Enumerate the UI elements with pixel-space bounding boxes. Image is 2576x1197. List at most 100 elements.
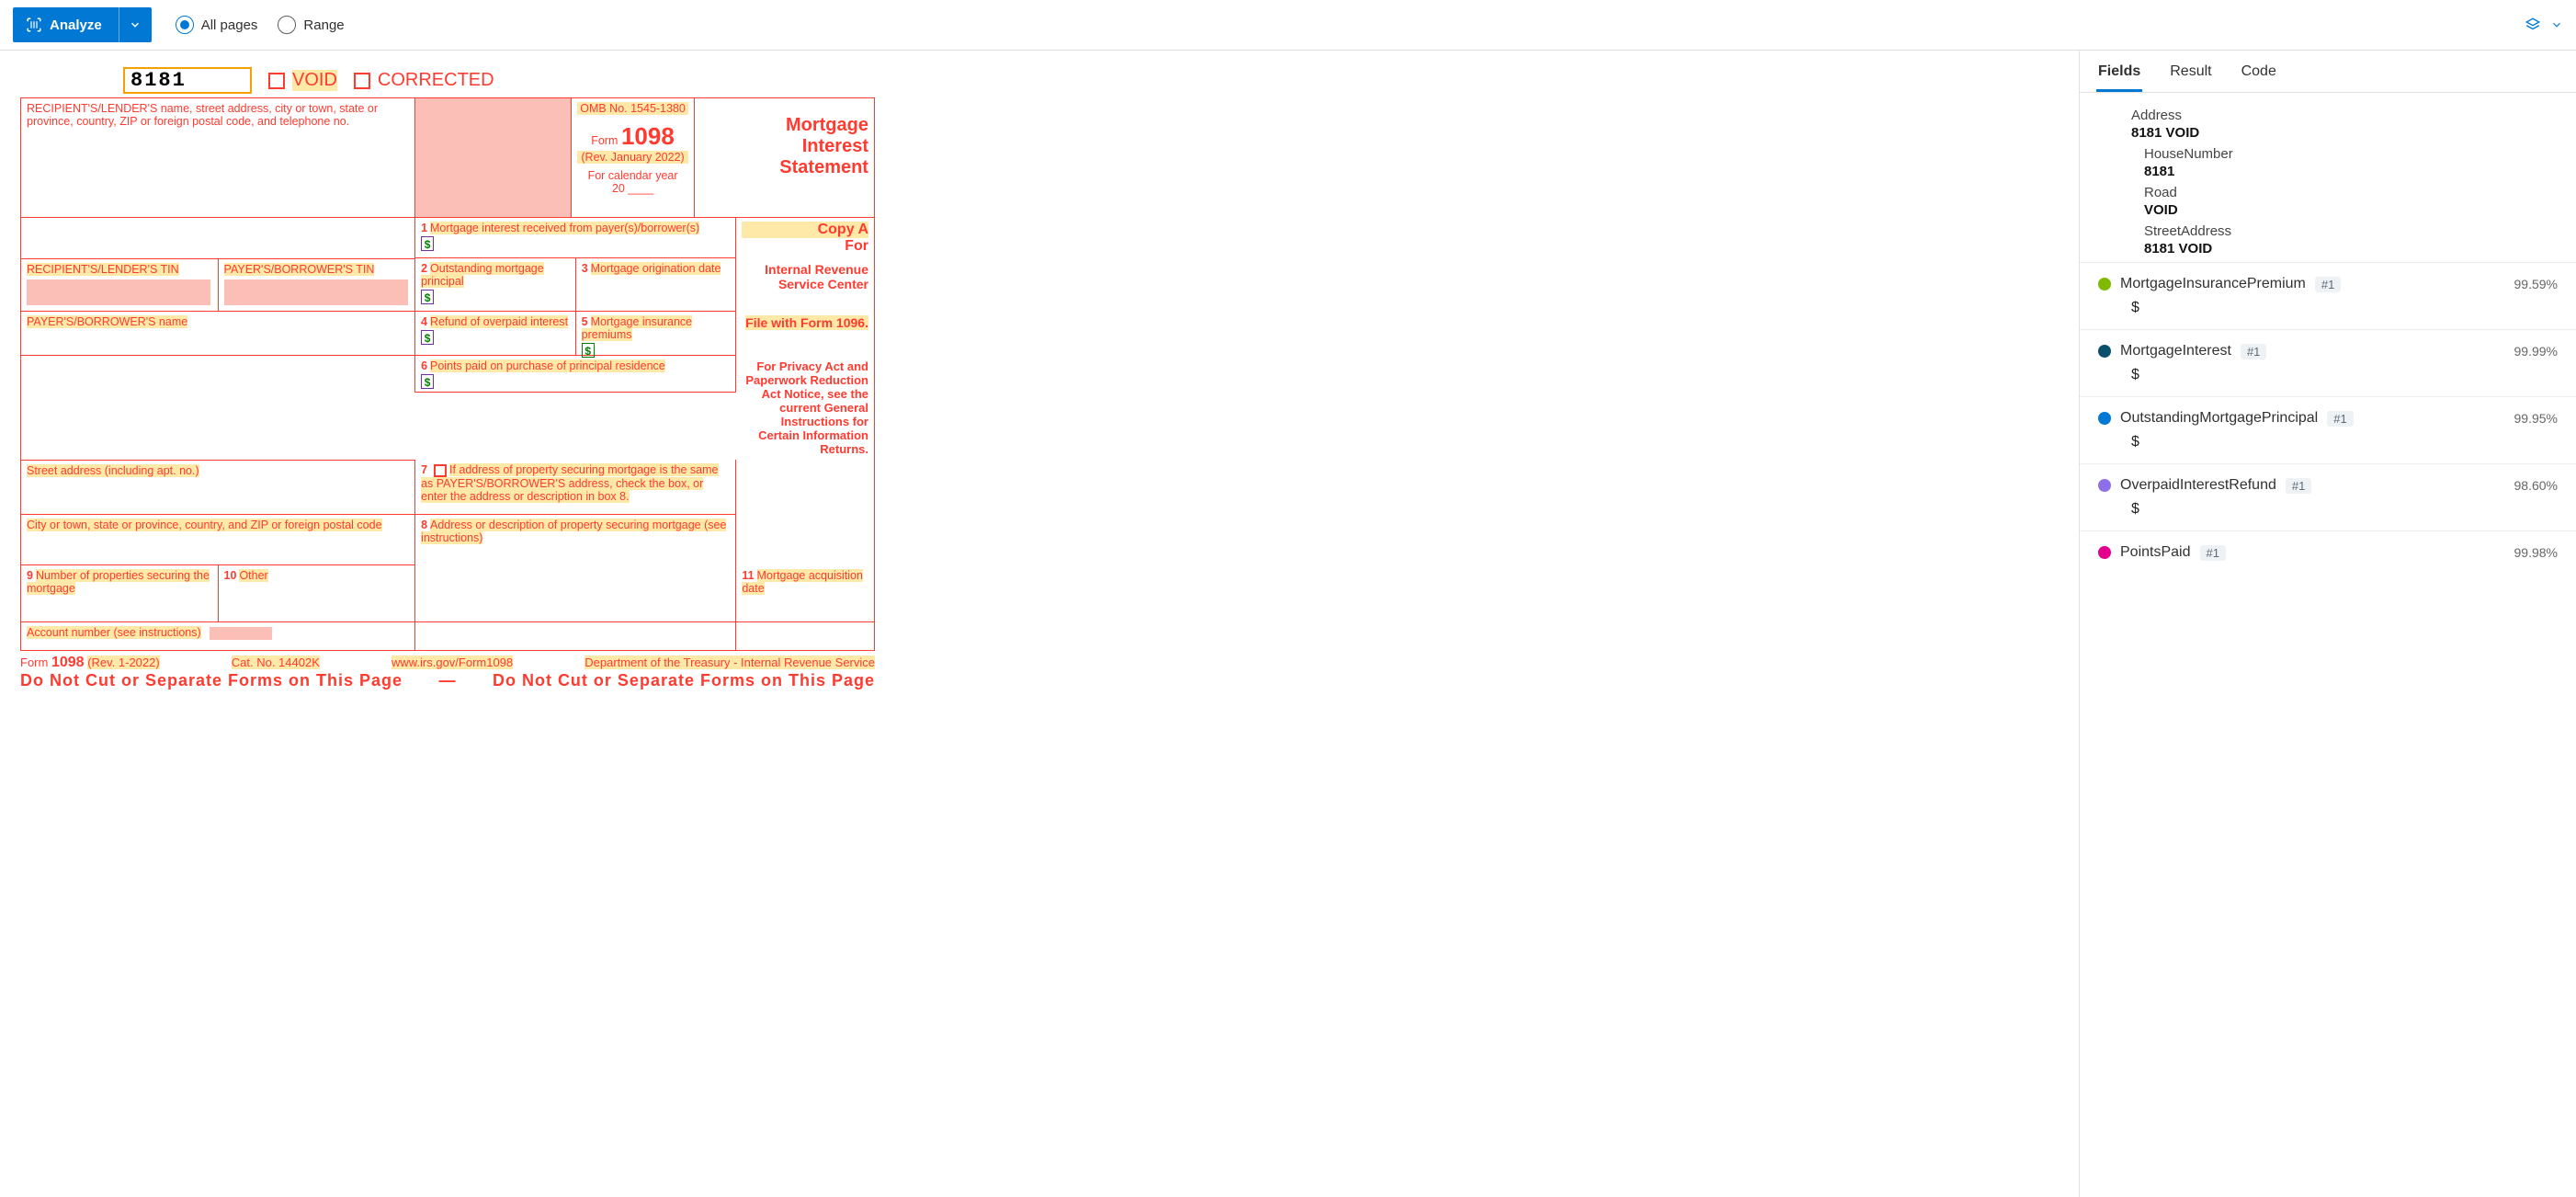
field-value: $: [2131, 501, 2558, 518]
spacer3: [415, 622, 736, 650]
box8-cont: [415, 565, 736, 622]
form-url: www.irs.gov/Form1098: [392, 656, 513, 669]
radio-icon: [176, 16, 194, 34]
box10: 10Other: [219, 565, 416, 622]
title-line3: Statement: [700, 157, 868, 178]
payer-tin-label: PAYER'S/BORROWER'S TIN: [224, 263, 375, 276]
box9-label: Number of properties securing the mortga…: [27, 569, 210, 595]
field-color-dot: [2098, 546, 2111, 559]
chevron-down-icon[interactable]: [2550, 18, 2563, 31]
box10-label: Other: [239, 569, 267, 582]
document-viewer[interactable]: 8181 VOID CORRECTED RECIPIENT'S/LENDER'S…: [0, 51, 2080, 1197]
form-id-box: OMB No. 1545-1380 Form 1098 (Rev. Januar…: [572, 98, 696, 218]
house-value: 8181: [2144, 164, 2554, 179]
field-badge: #1: [2286, 478, 2311, 494]
irs-line1: Internal Revenue: [742, 262, 868, 277]
field-item[interactable]: OutstandingMortgagePrincipal#199.95%$: [2080, 396, 2576, 463]
radio-all-pages-label: All pages: [201, 17, 258, 33]
radio-range[interactable]: Range: [278, 16, 344, 34]
analyze-button-group: Analyze: [13, 7, 152, 42]
box6: 6Points paid on purchase of principal re…: [415, 356, 736, 393]
field-item[interactable]: OverpaidInterestRefund#198.60%$: [2080, 463, 2576, 530]
tab-code[interactable]: Code: [2240, 60, 2278, 92]
barcode-icon: [26, 17, 42, 33]
calendar-label: For calendar year: [577, 169, 689, 182]
box3: 3Mortgage origination date: [576, 258, 737, 312]
tab-fields[interactable]: Fields: [2096, 60, 2142, 92]
shaded-box: [415, 98, 572, 218]
side-panel: Fields Result Code Address 8181 VOID Hou…: [2080, 51, 2576, 1197]
do-not-cut: Do Not Cut or Separate Forms on This Pag…: [20, 671, 875, 690]
city-label: City or town, state or province, country…: [27, 519, 382, 531]
field-badge: #1: [2327, 411, 2353, 427]
tab-result[interactable]: Result: [2168, 60, 2213, 92]
recipient-tin-label: RECIPIENT'S/LENDER'S TIN: [27, 263, 179, 276]
city-box: City or town, state or province, country…: [21, 515, 415, 565]
account-box: Account number (see instructions): [21, 622, 415, 650]
box1: 1Mortgage interest received from payer(s…: [415, 218, 736, 258]
box7-label: If address of property securing mortgage…: [421, 463, 718, 503]
title-line1: Mortgage: [700, 115, 868, 136]
result-tabs: Fields Result Code: [2080, 51, 2576, 93]
box11-label: Mortgage acquisition date: [742, 569, 863, 595]
toolbar: Analyze All pages Range: [0, 0, 2576, 51]
cat-no: Cat. No. 14402K: [232, 656, 320, 669]
field-name: MortgageInterest: [2120, 343, 2231, 359]
field-item[interactable]: MortgageInterest#199.99%$: [2080, 329, 2576, 396]
field-name: OverpaidInterestRefund: [2120, 477, 2276, 494]
file-1096: File with Form 1096.: [745, 315, 868, 330]
form-rev: (Rev. January 2022): [577, 151, 689, 164]
field-name: PointsPaid: [2120, 544, 2191, 561]
recipient-header: RECIPIENT'S/LENDER'S name, street addres…: [27, 102, 378, 128]
copy-a: Copy A: [742, 222, 868, 238]
form-title-box: Mortgage Interest Statement: [695, 98, 874, 218]
analyze-label: Analyze: [50, 17, 102, 33]
box2: 2Outstanding mortgage principal$: [415, 258, 576, 312]
field-confidence: 99.99%: [2514, 344, 2558, 359]
for-label: For: [742, 238, 868, 255]
field-item[interactable]: PointsPaid#199.98%: [2080, 530, 2576, 574]
file-1096-box: File with Form 1096.: [736, 312, 874, 356]
field-color-dot: [2098, 278, 2111, 291]
irs-center-box: Internal Revenue Service Center: [736, 258, 874, 312]
analyze-button[interactable]: Analyze: [13, 7, 119, 42]
field-badge: #1: [2241, 344, 2266, 359]
field-value: $: [2131, 434, 2558, 450]
field-badge: #1: [2200, 545, 2226, 561]
field-name: OutstandingMortgagePrincipal: [2120, 410, 2318, 427]
void-label: VOID: [292, 70, 337, 91]
streetaddr-label: StreetAddress: [2144, 223, 2554, 239]
page-range-group: All pages Range: [176, 16, 345, 34]
radio-range-label: Range: [303, 17, 344, 33]
field-item[interactable]: MortgageInsurancePremium#199.59%$: [2080, 262, 2576, 329]
corrected-checkbox: [354, 73, 370, 89]
box8: 8Address or description of property secu…: [415, 515, 736, 565]
field-color-dot: [2098, 412, 2111, 425]
void-checkbox: [268, 73, 285, 89]
radio-all-pages[interactable]: All pages: [176, 16, 258, 34]
payer-name-label: PAYER'S/BORROWER'S name: [27, 315, 187, 328]
radio-icon: [278, 16, 296, 34]
box3-label: Mortgage origination date: [591, 262, 721, 275]
form-number: 1098: [621, 122, 675, 150]
fields-list[interactable]: Address 8181 VOID HouseNumber 8181 Road …: [2080, 93, 2576, 1197]
analyze-dropdown[interactable]: [119, 7, 152, 42]
road-label: Road: [2144, 185, 2554, 200]
road-value: VOID: [2144, 202, 2554, 218]
main: 8181 VOID CORRECTED RECIPIENT'S/LENDER'S…: [0, 51, 2576, 1197]
calendar-prefix: 20: [612, 182, 625, 195]
corrected-label: CORRECTED: [378, 70, 494, 91]
account-label: Account number (see instructions): [27, 626, 201, 639]
recipient-name-box: RECIPIENT'S/LENDER'S name, street addres…: [21, 98, 415, 218]
field-value: $: [2131, 300, 2558, 316]
irs-line2: Service Center: [742, 277, 868, 291]
toolbar-right: [2525, 17, 2563, 33]
payer-tin-box: PAYER'S/BORROWER'S TIN: [219, 258, 416, 312]
box8-label: Address or description of property secur…: [421, 519, 726, 544]
spacer: [21, 218, 415, 258]
form-1098: 8181 VOID CORRECTED RECIPIENT'S/LENDER'S…: [20, 67, 2059, 690]
box11: 11Mortgage acquisition date: [736, 565, 874, 622]
field-name: MortgageInsurancePremium: [2120, 276, 2306, 292]
spacer4: [736, 622, 874, 650]
layers-icon[interactable]: [2525, 17, 2541, 33]
